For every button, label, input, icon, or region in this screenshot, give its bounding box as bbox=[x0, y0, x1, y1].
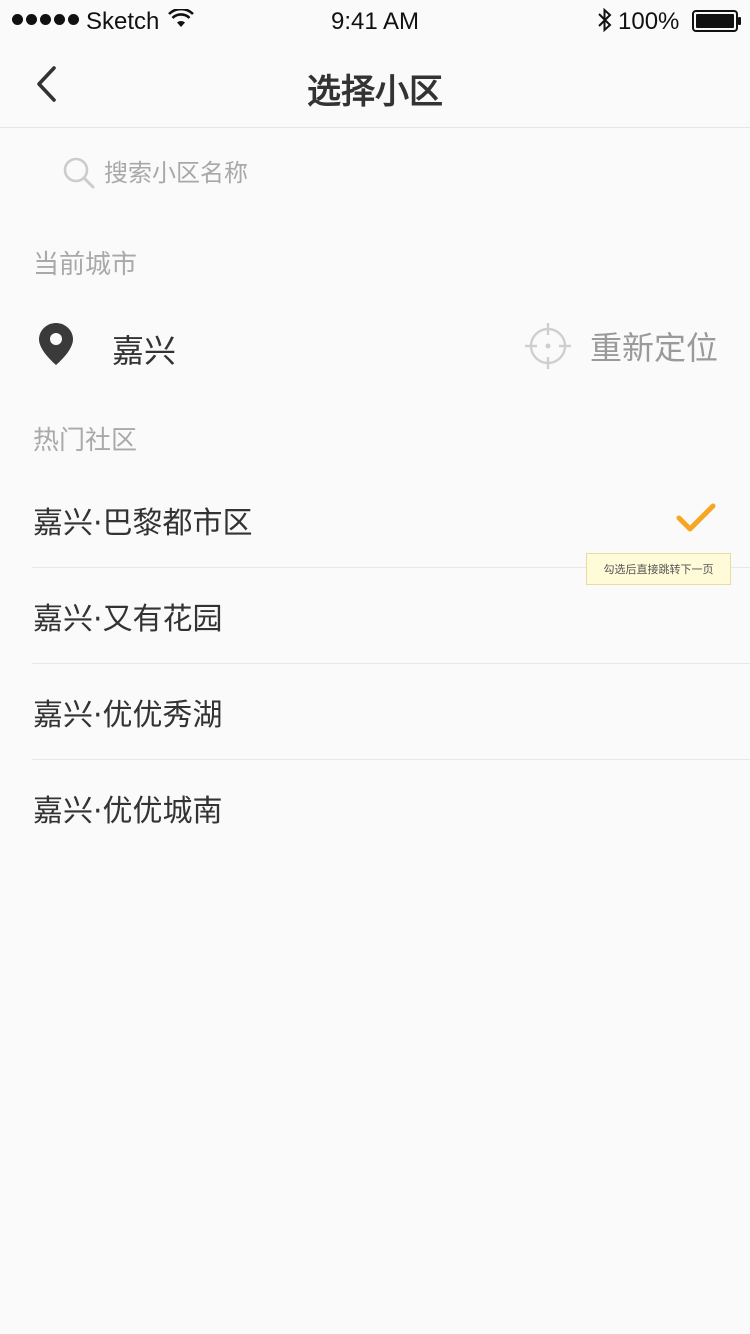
community-item-label: 嘉兴·又有花园 bbox=[33, 601, 223, 637]
location-pin-icon bbox=[39, 323, 73, 365]
bluetooth-icon bbox=[598, 7, 612, 33]
search-bar[interactable] bbox=[62, 150, 702, 196]
navigation-bar: 选择小区 bbox=[0, 40, 750, 128]
community-item-label: 嘉兴·优优秀湖 bbox=[33, 697, 223, 733]
search-input[interactable] bbox=[104, 159, 684, 187]
search-icon bbox=[63, 157, 95, 189]
page-title: 选择小区 bbox=[307, 72, 443, 112]
selection-tooltip: 勾选后直接跳转下一页 bbox=[586, 553, 731, 585]
community-list: 嘉兴·巴黎都市区 嘉兴·又有花园 嘉兴·优优秀湖 嘉兴·优优城南 bbox=[32, 472, 750, 856]
current-city-row: 嘉兴 重新定位 bbox=[0, 306, 750, 386]
community-item[interactable]: 嘉兴·优优城南 bbox=[32, 760, 750, 856]
hot-communities-header: 热门社区 bbox=[33, 426, 138, 456]
current-city-name: 嘉兴 bbox=[112, 332, 177, 370]
status-bar: Sketch 9:41 AM 100% bbox=[0, 0, 750, 40]
current-city-header: 当前城市 bbox=[33, 250, 138, 280]
community-item[interactable]: 嘉兴·优优秀湖 bbox=[32, 664, 750, 760]
crosshair-icon bbox=[524, 323, 571, 369]
community-item-label: 嘉兴·巴黎都市区 bbox=[33, 505, 253, 541]
battery-icon bbox=[692, 10, 741, 32]
checkmark-icon bbox=[676, 503, 716, 532]
relocate-button[interactable]: 重新定位 bbox=[524, 318, 718, 374]
community-item-label: 嘉兴·优优城南 bbox=[33, 794, 223, 829]
battery-percentage: 100% bbox=[618, 8, 680, 35]
relocate-label: 重新定位 bbox=[589, 329, 718, 367]
